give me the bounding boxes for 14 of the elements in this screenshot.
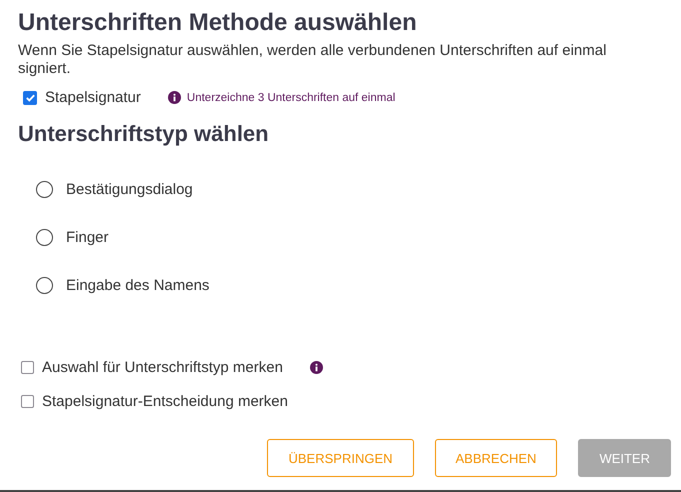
radio-option[interactable]: Finger [36, 226, 109, 248]
description-text: Wenn Sie Stapelsignatur auswählen, werden alle verbundenen Unterschriften auf einmal signiert. [18, 42, 608, 78]
checkbox-label[interactable]: Stapelsignatur-Entscheidung merken [42, 393, 288, 410]
checkbox-label[interactable]: Stapelsignatur [45, 89, 141, 106]
checkbox[interactable] [21, 395, 34, 408]
hint-text: Unterzeichne 3 Unterschriften auf einmal [186, 92, 396, 104]
section-heading: Unterschriftstyp wählen [18, 120, 270, 148]
radio-option[interactable]: Bestätigungsdialog [36, 178, 193, 200]
checkbox[interactable] [23, 90, 37, 104]
info-icon [168, 91, 181, 104]
radio-option[interactable]: Eingabe des Namens [36, 274, 210, 296]
checkbox[interactable] [21, 361, 34, 374]
dialog-title: Unterschriften Methode auswählen [18, 8, 418, 38]
checkbox-label[interactable]: Auswahl für Unterschriftstyp merken [42, 359, 283, 376]
